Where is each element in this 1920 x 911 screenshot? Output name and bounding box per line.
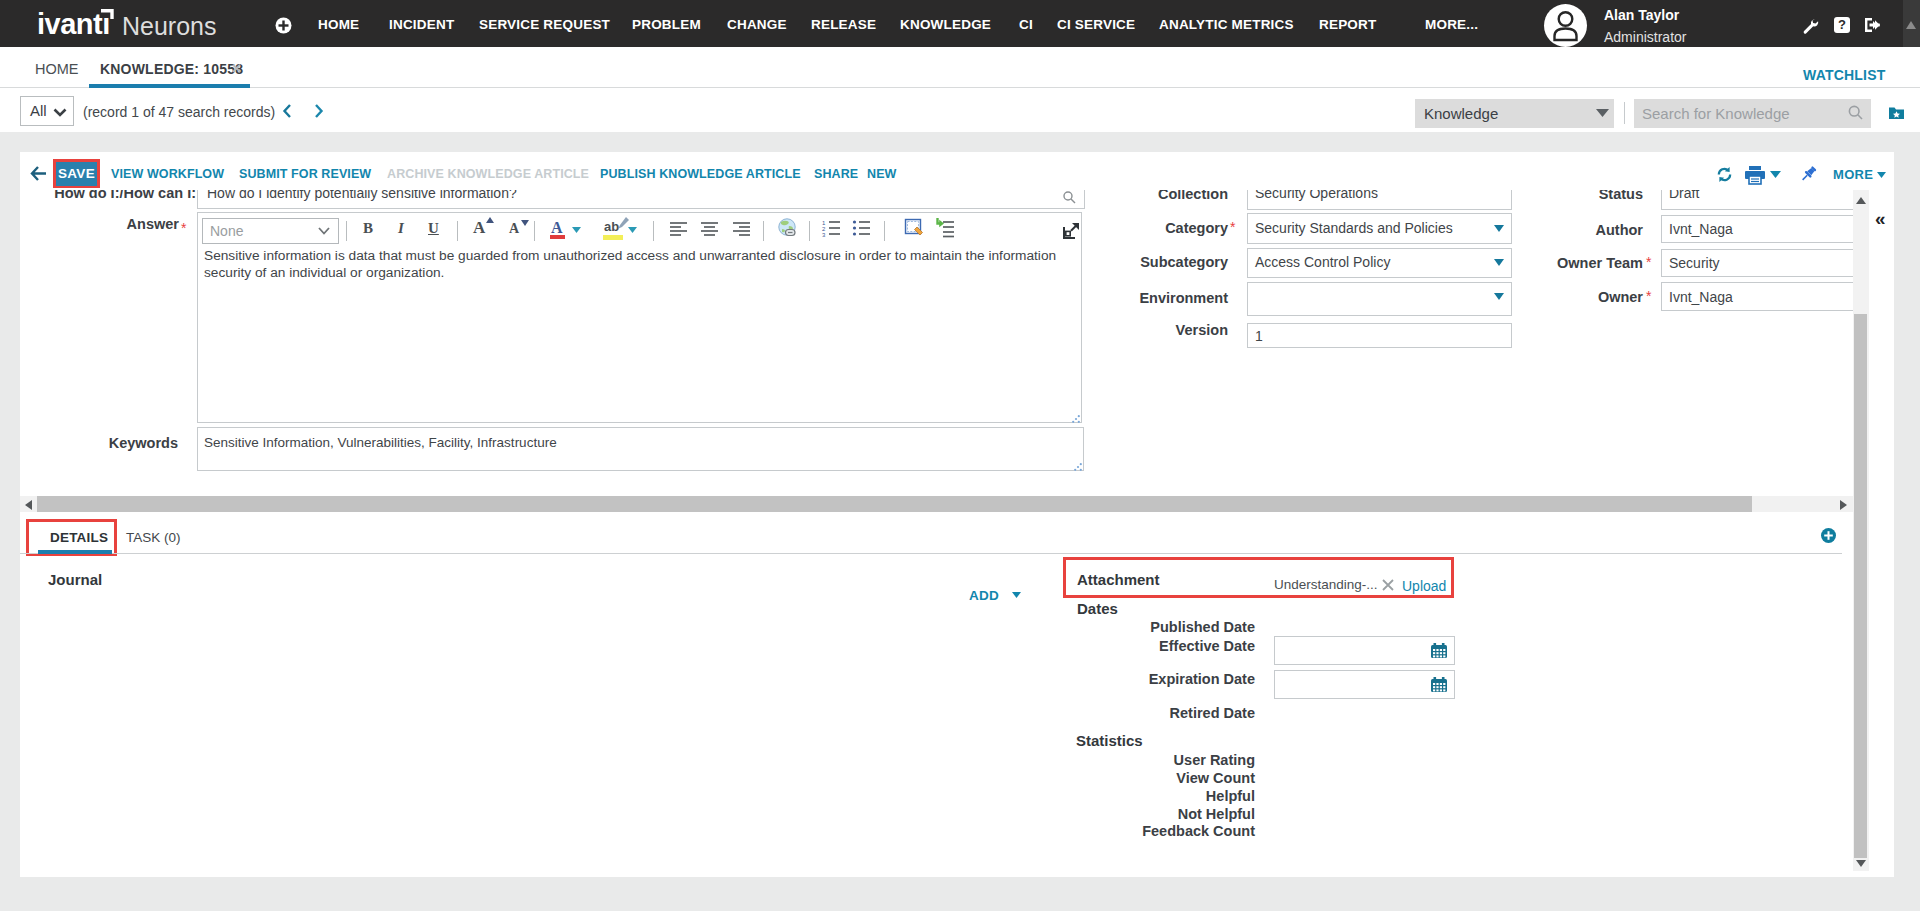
svg-text:3: 3 (822, 232, 826, 238)
